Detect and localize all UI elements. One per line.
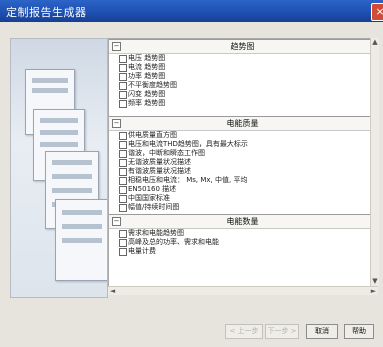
item-label: 相稳电压和电流： Ms, Mx, 中值, 平均: [128, 176, 248, 184]
list-item[interactable]: 无谐波质量状况描述: [109, 158, 376, 167]
checkbox[interactable]: [119, 100, 127, 108]
item-label: 电量计费: [128, 247, 156, 255]
item-label: 电压和电流THD趋势图，具有最大标示: [128, 140, 248, 148]
list-item[interactable]: 中国国家标准: [109, 194, 376, 203]
group-title: 电能数量: [226, 217, 259, 226]
group-energy: − 电能数量 需求和电能趋势图 高峰及总的功率、需求和电能 电量计费: [109, 214, 376, 256]
group-title: 趋势图: [230, 42, 255, 51]
list-item[interactable]: 功率 趋势图: [109, 72, 376, 81]
scroll-up-icon[interactable]: ▲: [371, 38, 379, 47]
vertical-scrollbar[interactable]: ▲ ▼: [370, 38, 379, 286]
checkbox[interactable]: [119, 195, 127, 203]
item-label: 电流 趋势图: [128, 63, 166, 71]
group-header[interactable]: − 电能数量: [109, 214, 376, 229]
checkbox[interactable]: [119, 91, 127, 99]
scroll-down-icon[interactable]: ▼: [371, 277, 379, 286]
list-item[interactable]: 相稳电压和电流： Ms, Mx, 中值, 平均: [109, 176, 376, 185]
item-label: 供电质量直方图: [128, 131, 177, 139]
list-item[interactable]: 供电质量直方图: [109, 131, 376, 140]
list-item[interactable]: 频率 趋势图: [109, 99, 376, 108]
checkbox[interactable]: [119, 168, 127, 176]
window-title: 定制报告生成器: [6, 6, 87, 19]
wizard-illustration: [10, 38, 108, 298]
close-icon[interactable]: ×: [371, 3, 383, 21]
checkbox[interactable]: [119, 239, 127, 247]
title-bar[interactable]: 定制报告生成器 ×: [0, 0, 383, 22]
checkbox[interactable]: [119, 64, 127, 72]
checkbox[interactable]: [119, 141, 127, 149]
item-label: 幅值/持续时间图: [128, 203, 180, 211]
list-item[interactable]: 高峰及总的功率、需求和电能: [109, 238, 376, 247]
horizontal-scrollbar[interactable]: ◄ ►: [108, 286, 378, 295]
checkbox[interactable]: [119, 159, 127, 167]
item-label: 电压 趋势图: [128, 54, 166, 62]
item-label: EN50160 描述: [128, 185, 177, 193]
checkbox[interactable]: [119, 150, 127, 158]
group-power-quality: − 电能质量 供电质量直方图 电压和电流THD趋势图，具有最大标示 谐波，中断和…: [109, 116, 376, 212]
group-header[interactable]: − 趋势图: [109, 39, 376, 54]
help-button[interactable]: 帮助: [344, 324, 374, 339]
item-label: 不平衡度趋势图: [128, 81, 177, 89]
item-label: 无谐波质量状况描述: [128, 158, 191, 166]
group-trend: − 趋势图 电压 趋势图 电流 趋势图 功率 趋势图 不平衡度趋势图 闪变 趋势…: [109, 39, 376, 108]
list-item[interactable]: 闪变 趋势图: [109, 90, 376, 99]
list-item[interactable]: 电压和电流THD趋势图，具有最大标示: [109, 140, 376, 149]
group-header[interactable]: − 电能质量: [109, 116, 376, 131]
report-generator-window: 定制报告生成器 × − 趋势图 电压 趋势图 电流 趋势图 功率 趋势图 不平衡…: [0, 0, 383, 347]
item-label: 需求和电能趋势图: [128, 229, 184, 237]
checkbox[interactable]: [119, 132, 127, 140]
list-item[interactable]: 需求和电能趋势图: [109, 229, 376, 238]
cancel-button[interactable]: 取消: [306, 324, 338, 339]
document-page-icon: [55, 199, 107, 281]
list-item[interactable]: EN50160 描述: [109, 185, 376, 194]
group-title: 电能质量: [226, 119, 259, 128]
checkbox[interactable]: [119, 248, 127, 256]
checkbox[interactable]: [119, 55, 127, 63]
item-label: 功率 趋势图: [128, 72, 166, 80]
item-label: 频率 趋势图: [128, 99, 166, 107]
item-label: 中国国家标准: [128, 194, 170, 202]
checkbox[interactable]: [119, 177, 127, 185]
report-options-list[interactable]: − 趋势图 电压 趋势图 电流 趋势图 功率 趋势图 不平衡度趋势图 闪变 趋势…: [108, 38, 377, 288]
checkbox[interactable]: [119, 73, 127, 81]
list-item[interactable]: 幅值/持续时间图: [109, 203, 376, 212]
item-label: 有谐波质量状况描述: [128, 167, 191, 175]
list-item[interactable]: 不平衡度趋势图: [109, 81, 376, 90]
list-item[interactable]: 有谐波质量状况描述: [109, 167, 376, 176]
checkbox[interactable]: [119, 230, 127, 238]
item-label: 高峰及总的功率、需求和电能: [128, 238, 219, 246]
checkbox[interactable]: [119, 204, 127, 212]
list-item[interactable]: 电量计费: [109, 247, 376, 256]
item-label: 谐波，中断和瞬态工作图: [128, 149, 205, 157]
item-label: 闪变 趋势图: [128, 90, 166, 98]
checkbox[interactable]: [119, 186, 127, 194]
list-item[interactable]: 电流 趋势图: [109, 63, 376, 72]
scroll-left-icon[interactable]: ◄: [108, 287, 117, 295]
next-button[interactable]: 下一步 >: [265, 324, 299, 339]
list-item[interactable]: 电压 趋势图: [109, 54, 376, 63]
scroll-right-icon[interactable]: ►: [369, 287, 378, 295]
checkbox[interactable]: [119, 82, 127, 90]
back-button[interactable]: < 上一步: [225, 324, 263, 339]
list-item[interactable]: 谐波，中断和瞬态工作图: [109, 149, 376, 158]
